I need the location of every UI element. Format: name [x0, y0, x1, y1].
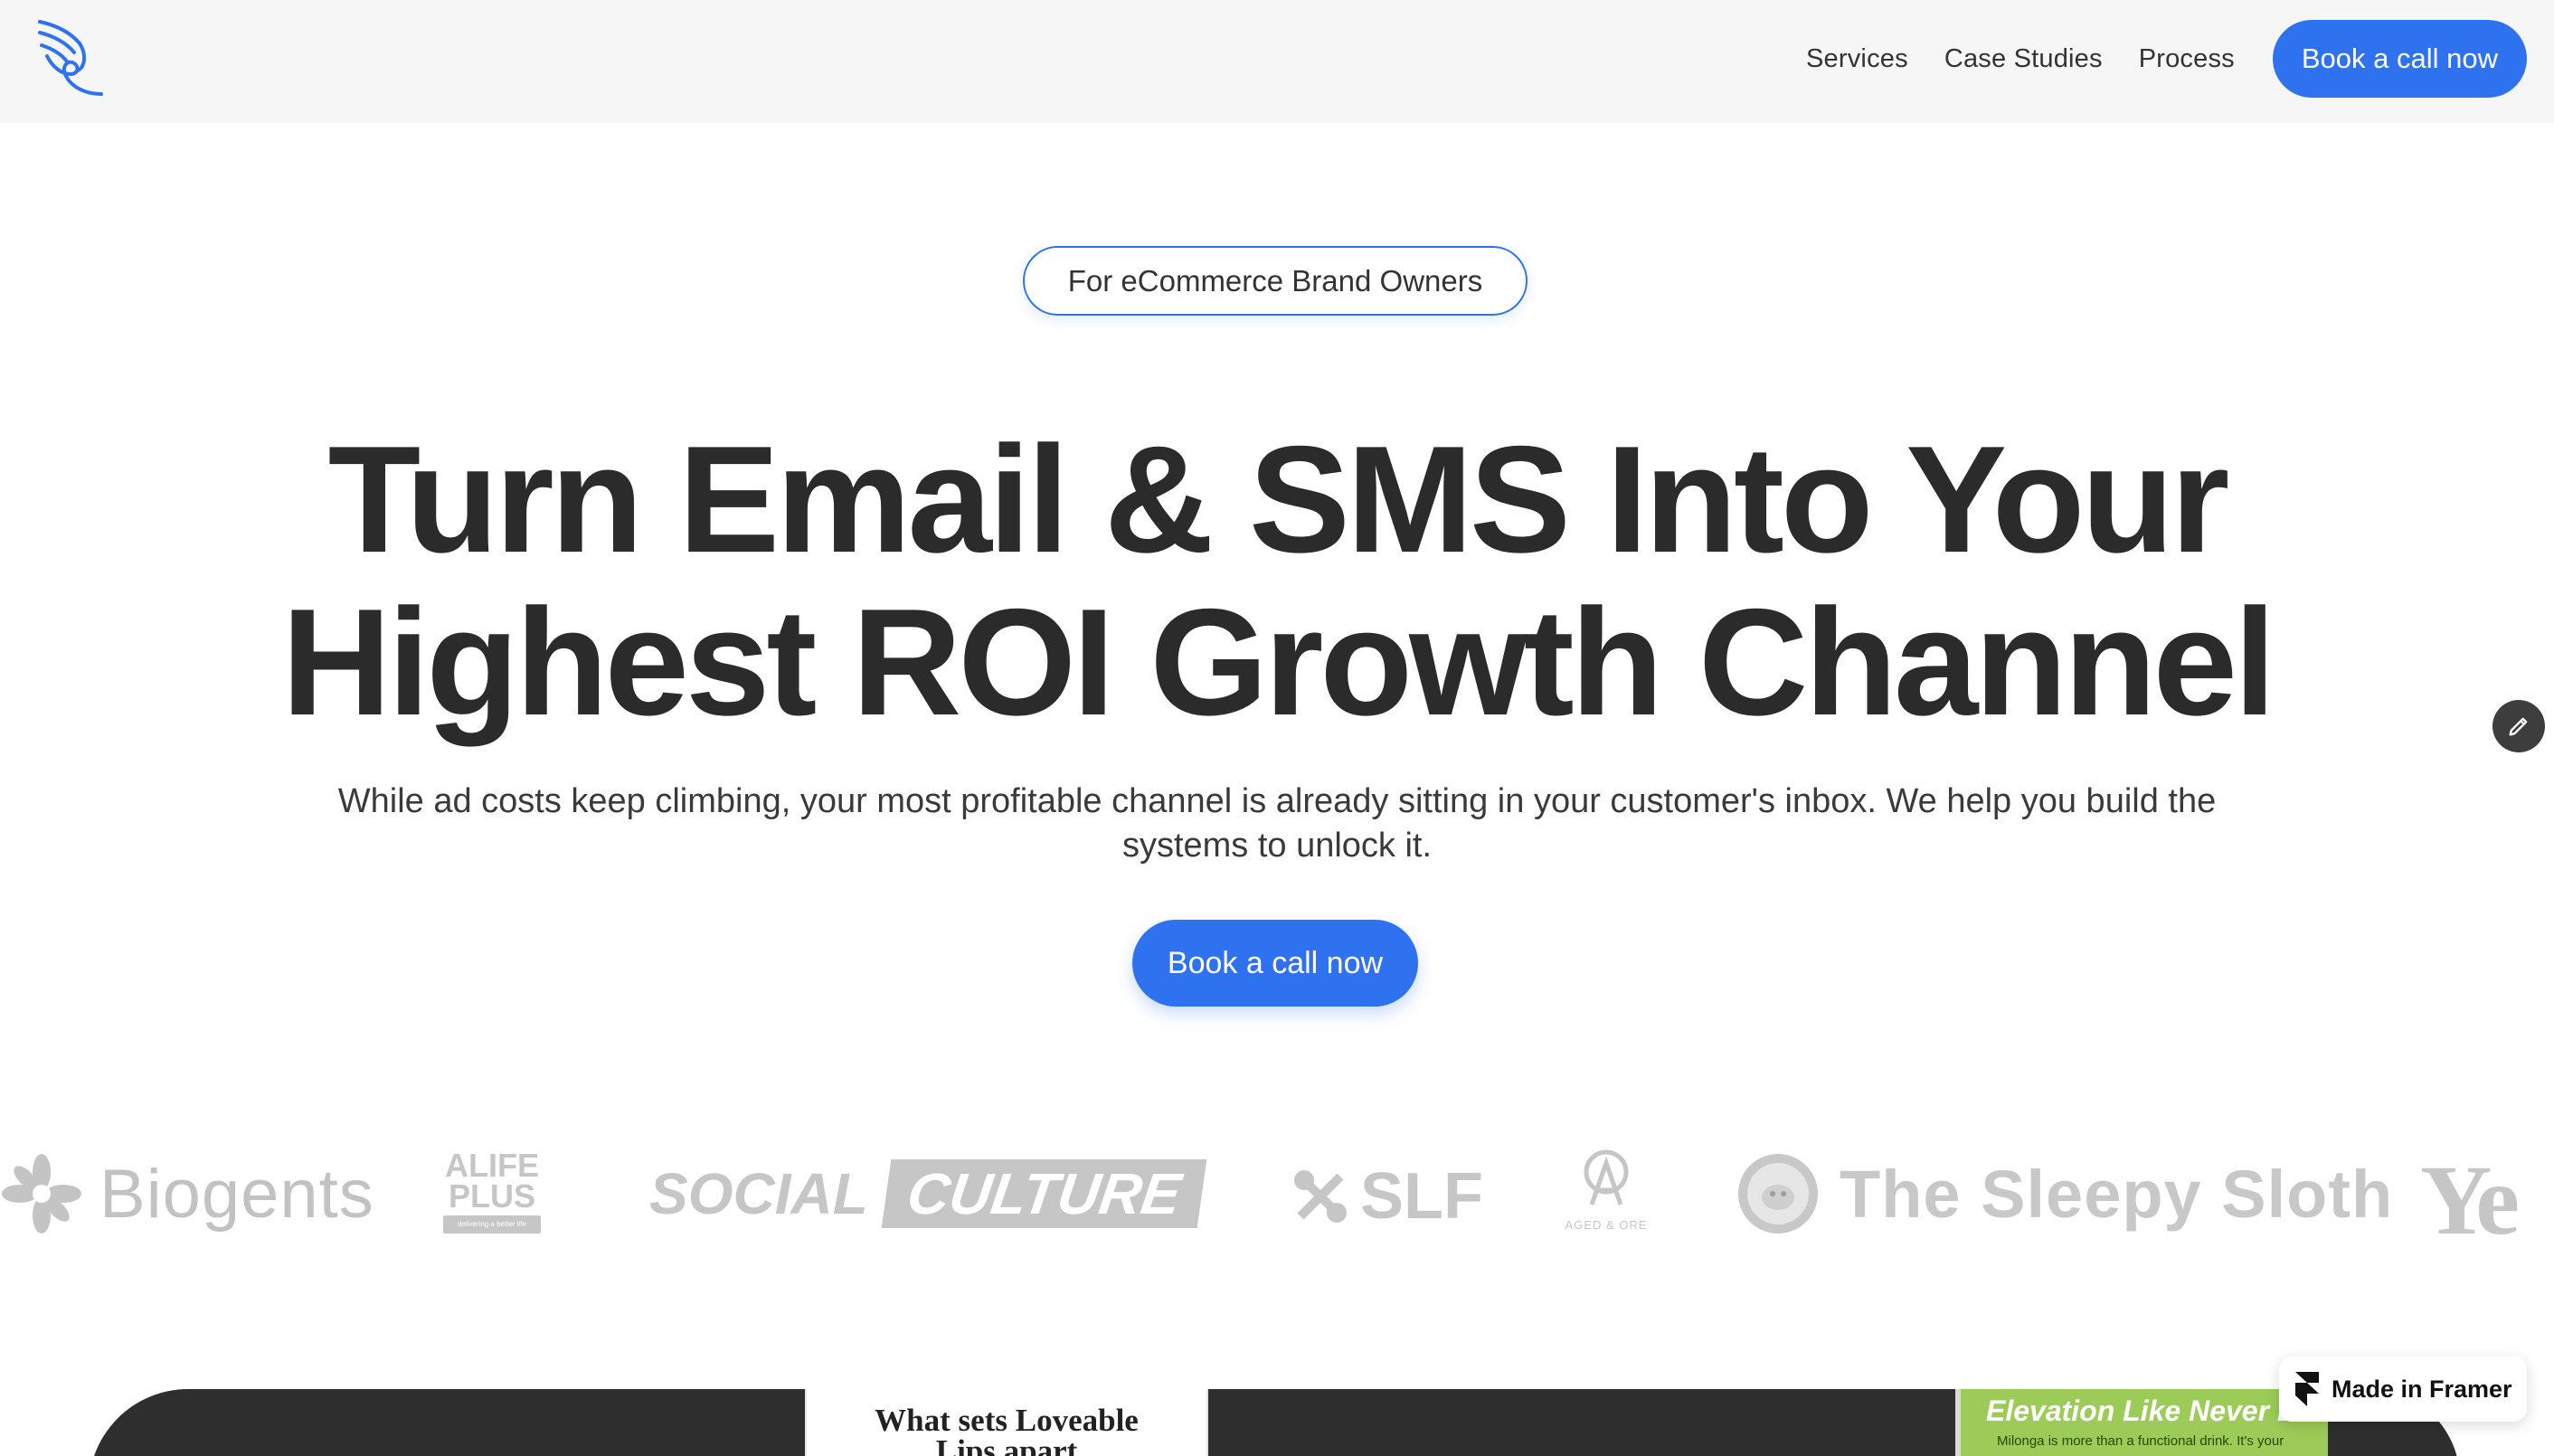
hero-headline: Turn Email & SMS Into Your Highest ROI G… [0, 418, 2554, 743]
logo-biogents: Biogents [0, 1149, 374, 1239]
subheadline-line-2: systems to unlock it. [1121, 827, 1433, 865]
logo-ye-partial: Ye [2420, 1145, 2520, 1255]
aged-ore-mark-icon [1584, 1149, 1629, 1205]
case-study-preview: What sets Loveable Lips apart Elevation … [0, 1389, 2554, 1456]
logo-social-culture: SOCIAL CULTURE [649, 1158, 1207, 1230]
nav-book-call-button[interactable]: Book a call now [2272, 20, 2527, 98]
nav-process-link[interactable]: Process [2139, 44, 2235, 74]
biogents-wordmark: Biogents [99, 1155, 374, 1233]
subheadline-line-1: While ad costs keep climbing, your most … [337, 782, 2217, 820]
hero-subheadline: While ad costs keep climbing, your most … [271, 780, 2283, 868]
aged-ore-wordmark: AGED & ORE [1565, 1218, 1648, 1232]
winged-logo-icon[interactable] [34, 18, 107, 101]
top-nav: Services Case Studies Process Book a cal… [0, 0, 2554, 123]
hero-book-call-button[interactable]: Book a call now [1132, 920, 1418, 1007]
slf-mark-icon [1294, 1170, 1347, 1223]
preview-card-title: What sets Loveable Lips apart [807, 1404, 1206, 1456]
sleepy-sloth-mark-icon [1738, 1154, 1818, 1234]
culture-word: CULTURE [881, 1159, 1207, 1228]
nav-case-studies-link[interactable]: Case Studies [1944, 44, 2103, 74]
edit-button[interactable] [2493, 700, 2545, 752]
preview-panel-right [1208, 1389, 1955, 1456]
biogents-mark-icon [2, 1154, 81, 1234]
alife-tagline: delivering a better life [443, 1215, 541, 1234]
headline-line-2: Highest ROI Growth Channel [281, 577, 2275, 747]
preview-card-title-line-2: Lips apart [935, 1433, 1078, 1456]
nav-services-link[interactable]: Services [1806, 44, 1908, 74]
logo-aged-and-ore: AGED & ORE [1563, 1149, 1650, 1239]
audience-pill: For eCommerce Brand Owners [1023, 246, 1528, 316]
slf-wordmark: SLF [1360, 1160, 1483, 1233]
headline-line-1: Turn Email & SMS Into Your [327, 414, 2230, 584]
alife-line-2: PLUS [448, 1177, 535, 1215]
client-logo-strip: Biogents ALIFE PLUS delivering a better … [0, 1121, 2554, 1257]
alife-line-1: ALIFE [445, 1147, 539, 1184]
framer-icon [2295, 1372, 2319, 1406]
logo-slf: SLF [1293, 1156, 1483, 1237]
logo-alife-plus: ALIFE PLUS delivering a better life [441, 1147, 543, 1234]
edit-pencil-icon [2509, 717, 2528, 736]
milonga-card-title: Elevation Like Never Before [1986, 1395, 2370, 1427]
social-word: SOCIAL [649, 1161, 868, 1226]
preview-card-loveable-lips[interactable]: What sets Loveable Lips apart [805, 1389, 1208, 1456]
preview-card-milonga[interactable]: Elevation Like Never Before Milonga is m… [1955, 1389, 2370, 1456]
made-in-framer-badge[interactable]: Made in Framer [2279, 1357, 2527, 1422]
sleepy-sloth-wordmark: The Sleepy Sloth [1840, 1156, 2394, 1232]
made-in-framer-label: Made in Framer [2332, 1375, 2512, 1403]
preview-panel-left [89, 1389, 805, 1456]
logo-sleepy-sloth: The Sleepy Sloth [1736, 1149, 2393, 1239]
nav-links: Services Case Studies Process Book a cal… [1806, 20, 2527, 98]
milonga-card-text: Milonga is more than a functional drink.… [1997, 1433, 2284, 1449]
